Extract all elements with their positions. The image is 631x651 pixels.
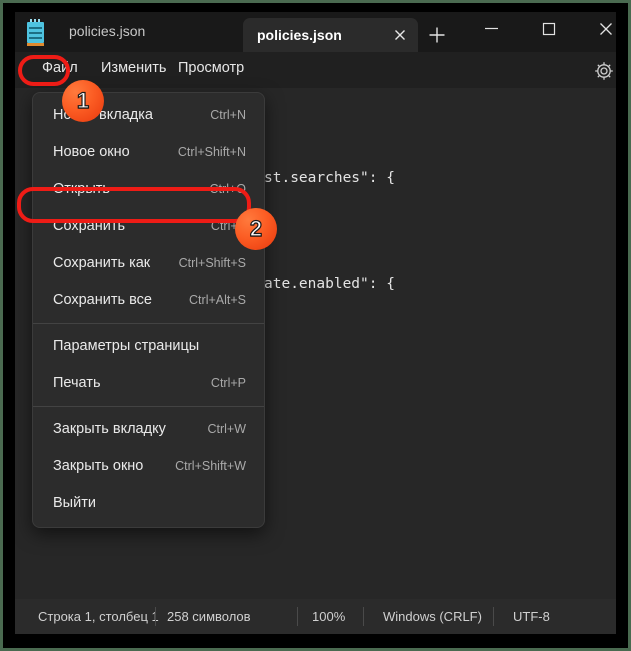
menubar-item-view[interactable]: Просмотр [178,60,244,76]
status-divider [155,607,156,626]
menu-item-shortcut: Ctrl+Shift+W [175,459,246,473]
menubar-item-edit[interactable]: Изменить [101,60,166,76]
status-divider [493,607,494,626]
menu-item-label: Закрыть вкладку [53,421,166,437]
menu-item-shortcut: Ctrl+O [209,182,246,196]
code-line: st.searches": { [264,170,395,186]
menu-divider [33,323,264,324]
menu-item-save-as[interactable]: Сохранить как Ctrl+Shift+S [33,245,264,282]
minimize-icon[interactable] [469,12,514,45]
menu-item-label: Выйти [53,495,96,511]
title-bar: policies.json policies.json [15,12,616,52]
status-cursor-position: Строка 1, столбец 1 [38,609,159,624]
code-line: ate.enabled": { [264,276,395,292]
notepad-window: policies.json policies.json Файл Изменит… [15,12,616,634]
status-line-ending[interactable]: Windows (CRLF) [383,609,482,624]
menu-item-shortcut: Ctrl+W [207,422,246,436]
status-zoom-level[interactable]: 100% [312,609,345,624]
status-encoding[interactable]: UTF-8 [513,609,550,624]
menubar-item-file[interactable]: Файл [42,60,78,76]
menu-item-new-window[interactable]: Новое окно Ctrl+Shift+N [33,134,264,171]
gear-icon[interactable] [593,60,615,82]
notepad-icon [25,18,47,46]
menu-item-label: Сохранить [53,218,126,234]
close-icon[interactable] [390,25,410,45]
annotation-badge-1: 1 [62,80,104,122]
menu-item-save-all[interactable]: Сохранить все Ctrl+Alt+S [33,282,264,319]
menu-item-page-setup[interactable]: Параметры страницы [33,328,264,365]
menu-divider [33,406,264,407]
status-divider [363,607,364,626]
new-tab-button[interactable] [425,23,449,47]
menu-item-shortcut: Ctrl+Alt+S [189,293,246,307]
menu-item-label: Закрыть окно [53,458,144,474]
menu-item-shortcut: Ctrl+P [210,376,246,390]
menu-item-shortcut: Ctrl+Shift+S [178,256,246,270]
status-divider [297,607,298,626]
menu-item-label: Открыть [53,181,110,197]
file-dropdown-menu: Новая вкладка Ctrl+N Новое окно Ctrl+Shi… [32,92,265,528]
annotation-badge-2: 2 [235,208,277,250]
menu-item-close-tab[interactable]: Закрыть вкладку Ctrl+W [33,411,264,448]
status-character-count: 258 символов [167,609,251,624]
menu-item-label: Новое окно [53,144,130,160]
menu-bar: Файл Изменить Просмотр [15,52,616,88]
status-bar: Строка 1, столбец 1 258 символов 100% Wi… [15,599,616,634]
menu-item-label: Сохранить как [53,255,151,271]
window-title: policies.json [69,23,146,39]
menu-item-exit[interactable]: Выйти [33,485,264,522]
menu-item-open[interactable]: Открыть Ctrl+O [33,171,264,208]
tab-label: policies.json [257,27,342,43]
tab-policies-json[interactable]: policies.json [243,18,418,52]
menu-item-shortcut: Ctrl+Shift+N [177,145,246,159]
menu-item-shortcut: Ctrl+N [210,108,246,122]
menu-item-label: Сохранить все [53,292,152,308]
window-close-icon[interactable] [583,12,616,45]
menu-item-label: Параметры страницы [53,338,200,354]
menu-item-close-window[interactable]: Закрыть окно Ctrl+Shift+W [33,448,264,485]
menu-item-label: Печать [53,375,101,391]
menu-item-print[interactable]: Печать Ctrl+P [33,365,264,402]
maximize-icon[interactable] [526,12,571,45]
menu-item-save[interactable]: Сохранить Ctrl+S [33,208,264,245]
